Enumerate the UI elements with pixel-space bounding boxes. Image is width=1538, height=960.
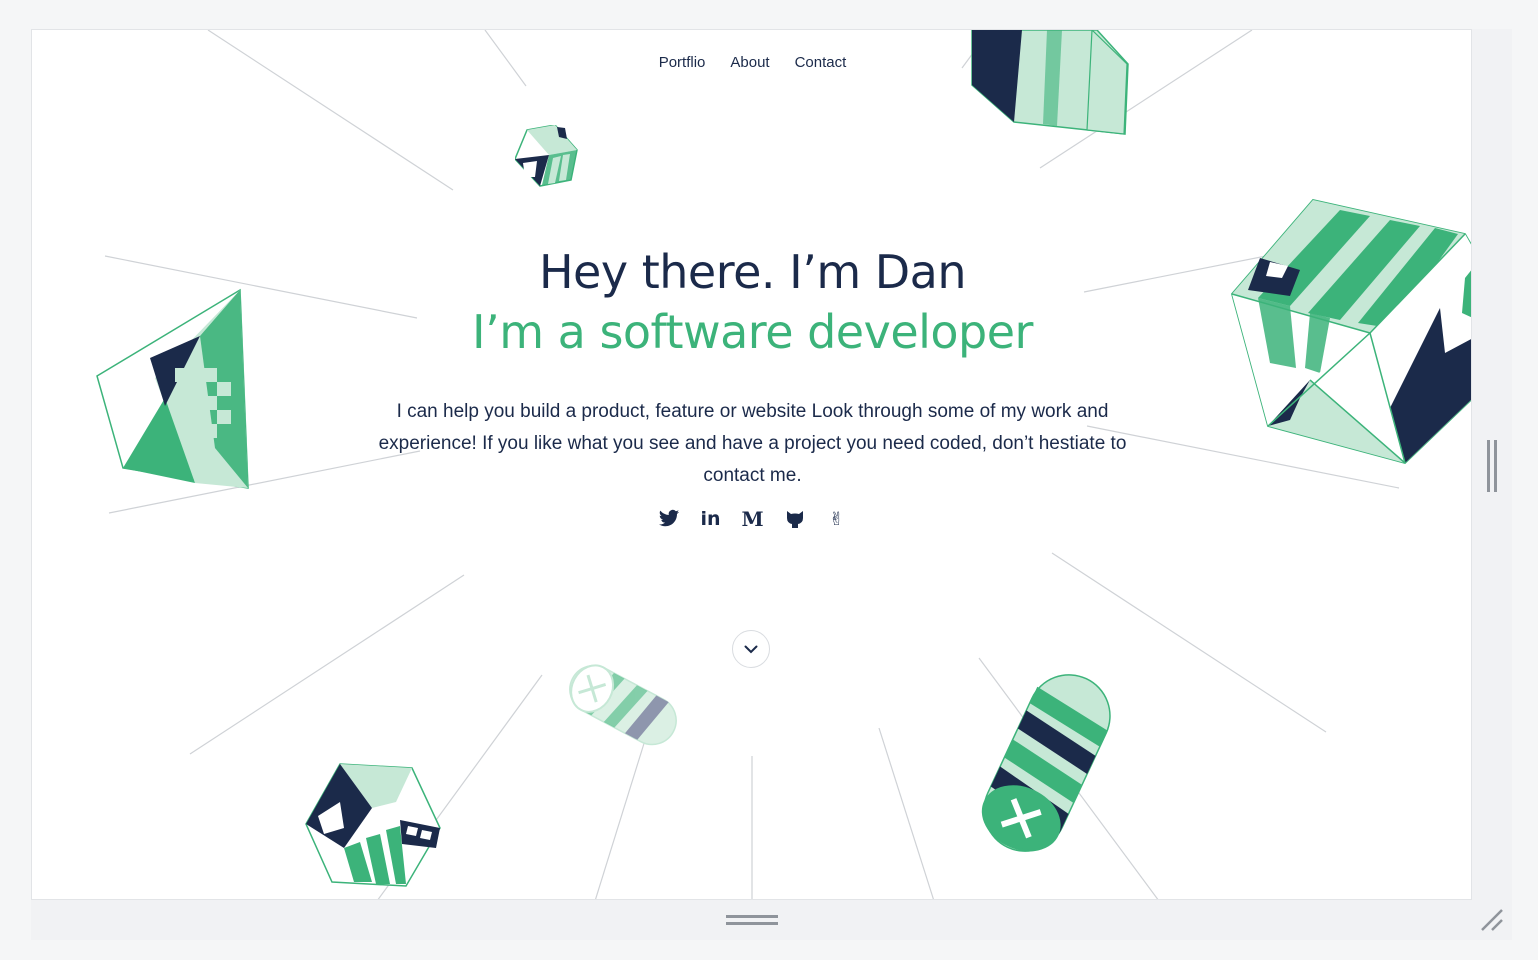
resize-corner-icon[interactable] [1478, 906, 1506, 934]
github-icon[interactable] [784, 508, 806, 530]
nav-link-about[interactable]: About [730, 54, 769, 71]
browser-viewport: Portflio About Contact Hey there. I’m Da… [31, 29, 1472, 900]
scroll-down-button[interactable] [732, 630, 770, 668]
small-capsule-illustration [569, 664, 677, 746]
social-links: in M ✌ [32, 507, 1471, 531]
medium-icon[interactable]: M [741, 507, 763, 531]
chevron-down-icon [744, 645, 758, 653]
top-navigation: Portflio About Contact [32, 54, 1471, 71]
linkedin-icon[interactable]: in [700, 508, 722, 530]
angellist-icon[interactable]: ✌ [826, 508, 848, 530]
hero-heading: Hey there. I’m Dan [538, 245, 967, 299]
nav-link-contact[interactable]: Contact [795, 54, 847, 71]
hero-subheading: I’m a software developer [472, 305, 1033, 359]
hero-section: Hey there. I’m Dan I’m a software develo… [32, 242, 1471, 492]
top-right-block-illustration [971, 30, 1129, 135]
vertical-resize-handle[interactable] [1486, 440, 1498, 492]
bottom-left-cube-illustration [305, 763, 441, 887]
nav-link-portfolio[interactable]: Portflio [659, 54, 706, 71]
small-cube-illustration [515, 125, 578, 187]
large-capsule-illustration [981, 674, 1111, 852]
twitter-icon[interactable] [658, 508, 680, 530]
horizontal-resize-handle[interactable] [726, 913, 778, 927]
hero-description: I can help you build a product, feature … [378, 401, 1127, 486]
